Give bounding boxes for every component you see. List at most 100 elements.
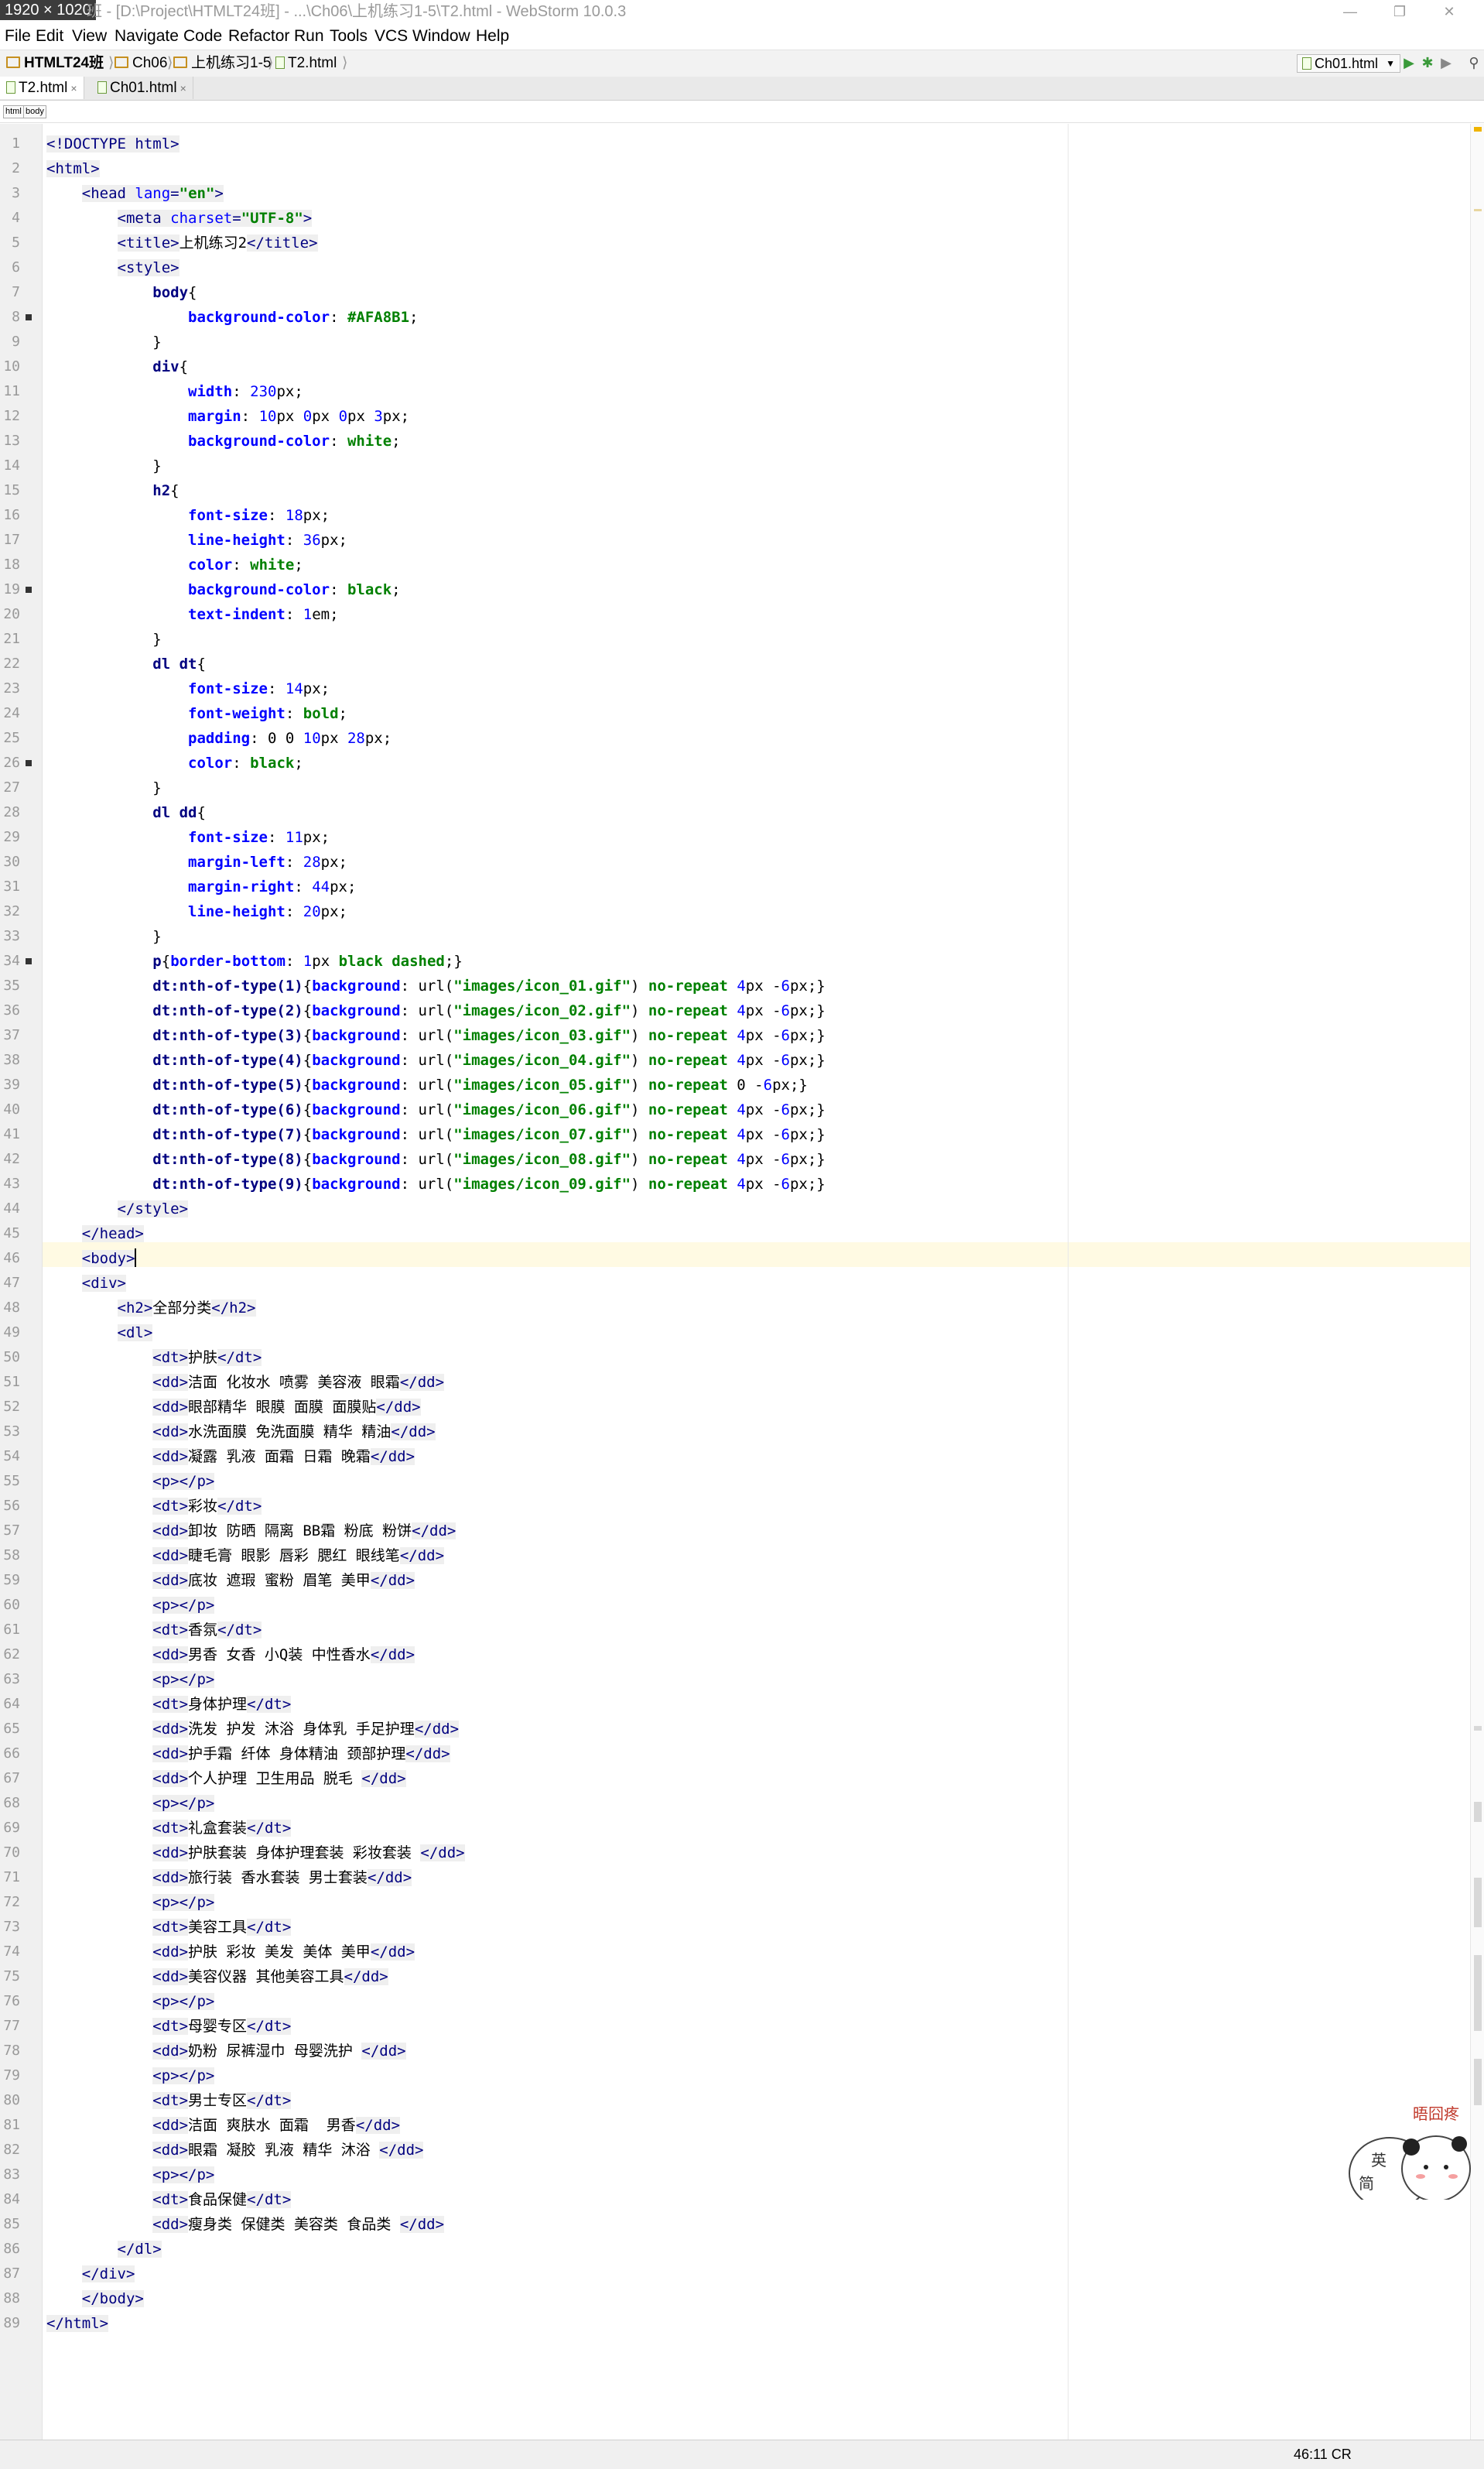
menu-vcs[interactable]: VCS (374, 26, 408, 46)
code-line: <title>上机练习2</title> (117, 235, 318, 252)
gutter-color-marker (26, 958, 32, 964)
breadcrumb-separator: ⟩ (268, 55, 274, 71)
scroll-marker[interactable] (1474, 1802, 1482, 1822)
line-number: 38 (3, 1052, 20, 1068)
line-number: 7 (12, 284, 20, 300)
code-line: } (46, 457, 162, 474)
maximize-button[interactable]: ❐ (1382, 0, 1417, 23)
menu-refactor[interactable]: Refactor (228, 26, 289, 46)
menu-view[interactable]: View (72, 26, 107, 46)
code-line: <dd>个人护理 卫生用品 脱毛 </dd> (152, 1770, 406, 1787)
line-number: 12 (3, 408, 20, 424)
code-line: background-color: black; (188, 581, 401, 598)
line-number: 54 (3, 1448, 20, 1464)
code-line: <dd>眼霜 凝胶 乳液 精华 沐浴 </dd> (152, 2142, 424, 2159)
menu-window[interactable]: Window (412, 26, 470, 46)
html-file-icon (1302, 57, 1311, 70)
breadcrumb-separator: ⟩ (108, 55, 115, 71)
code-line: </dl> (117, 2241, 162, 2258)
code-line: <p></p> (152, 1894, 215, 1911)
line-number: 2 (12, 160, 20, 176)
run-configuration-select[interactable]: Ch01.html ▼ (1297, 54, 1401, 73)
structure-tag-html[interactable]: html (3, 105, 24, 118)
menu-code[interactable]: Code (183, 26, 222, 46)
line-number: 30 (3, 854, 20, 870)
code-line: <p></p> (152, 2166, 215, 2183)
code-line: <dd>眼部精华 眼膜 面膜 面膜贴</dd> (152, 1399, 421, 1416)
code-line: margin: 10px 0px 0px 3px; (188, 408, 410, 425)
menu-help[interactable]: Help (476, 26, 509, 46)
warning-marker[interactable] (1474, 127, 1482, 132)
code-line: <dd>护肤 彩妆 美发 美体 美甲</dd> (152, 1943, 415, 1960)
run-icon[interactable]: ▶ (1400, 54, 1417, 71)
close-window-button[interactable]: ✕ (1431, 0, 1467, 23)
close-tab-icon[interactable]: × (70, 82, 77, 94)
line-number: 62 (3, 1646, 20, 1663)
line-number: 15 (3, 482, 20, 498)
code-line: <h2>全部分类</h2> (117, 1300, 256, 1317)
code-line: </div> (81, 2265, 135, 2282)
cursor-position[interactable]: 46:11 CR (1294, 2445, 1352, 2464)
menu-navigate[interactable]: Navigate (115, 26, 179, 46)
code-line: <dt>食品保健</dt> (152, 2191, 292, 2208)
line-number: 1 (12, 135, 20, 152)
tab-ch01-html[interactable]: Ch01.html × (91, 77, 193, 99)
close-tab-icon[interactable]: × (180, 82, 186, 94)
code-line: dt:nth-of-type(3){background: url("image… (152, 1027, 826, 1044)
code-line: <dt>男士专区</dt> (152, 2092, 292, 2109)
structure-tag-body[interactable]: body (23, 105, 46, 118)
breadcrumb-folder-exercises[interactable]: 上机练习1-5 (173, 53, 271, 74)
code-line: margin-left: 28px; (188, 854, 347, 871)
breadcrumb-separator: ⟩ (342, 55, 348, 71)
menu-edit[interactable]: Edit (36, 26, 63, 46)
current-line-highlight (43, 1242, 1484, 1267)
menu-file[interactable]: File (5, 26, 31, 46)
line-number: 5 (12, 235, 20, 251)
line-number: 24 (3, 705, 20, 721)
code-line: dl dd{ (152, 804, 206, 821)
scroll-marker[interactable] (1474, 209, 1482, 211)
scroll-marker[interactable] (1474, 1955, 1482, 2031)
breadcrumb-folder-ch06[interactable]: Ch06 (115, 53, 167, 74)
line-number: 36 (3, 1002, 20, 1019)
line-number: 42 (3, 1151, 20, 1167)
line-number: 86 (3, 2241, 20, 2257)
html-file-icon (275, 57, 285, 69)
line-number: 32 (3, 903, 20, 919)
text-caret (135, 1248, 137, 1267)
line-number: 26 (3, 755, 20, 771)
debug-icon[interactable]: ✱ (1419, 54, 1436, 71)
line-number: 22 (3, 656, 20, 672)
line-number: 83 (3, 2166, 20, 2183)
menu-tools[interactable]: Tools (330, 26, 368, 46)
line-number: 53 (3, 1423, 20, 1440)
line-number: 58 (3, 1547, 20, 1563)
line-number-gutter: 1 2 3 4 5 6 7 8 9 10 11 12 13 14 15 16 17 18 19 20 21 22 23 24 2… (0, 124, 43, 2440)
sticker-text: 简 (1359, 2174, 1374, 2193)
tab-t2-html[interactable]: T2.html × (0, 77, 84, 99)
menu-run[interactable]: Run (294, 26, 324, 46)
line-number: 29 (3, 829, 20, 845)
line-number: 10 (3, 358, 20, 375)
code-line: font-size: 14px; (188, 680, 330, 697)
line-number: 25 (3, 730, 20, 746)
scroll-marker[interactable] (1474, 1726, 1482, 1731)
minimize-button[interactable]: — (1332, 0, 1368, 23)
folder-icon (173, 57, 187, 68)
scroll-marker[interactable] (1474, 1878, 1482, 1927)
right-margin-guide (1068, 124, 1069, 2440)
search-icon[interactable]: ⚲ (1465, 54, 1482, 71)
code-line: <p></p> (152, 1993, 215, 2010)
window-titlebar: 1920 × 1020 班 - [D:\Project\HTMLT24班] - … (0, 0, 1484, 25)
code-line: <dd>美容仪器 其他美容工具</dd> (152, 1968, 388, 1985)
code-line: padding: 0 0 10px 28px; (188, 730, 392, 747)
navigation-bar: HTMLT24班 ⟩ Ch06 ⟩ 上机练习1-5 ⟩ T2.html ⟩ Ch… (0, 50, 1484, 77)
coverage-icon[interactable]: ▶ (1438, 54, 1455, 71)
code-line: dt:nth-of-type(7){background: url("image… (152, 1126, 826, 1143)
code-line: p{border-bottom: 1px black dashed;} (152, 953, 463, 970)
breadcrumb-project[interactable]: HTMLT24班 (6, 53, 104, 74)
breadcrumb-file[interactable]: T2.html (275, 53, 337, 74)
code-line: <style> (117, 259, 180, 276)
line-number: 64 (3, 1696, 20, 1712)
line-number: 46 (3, 1250, 20, 1266)
